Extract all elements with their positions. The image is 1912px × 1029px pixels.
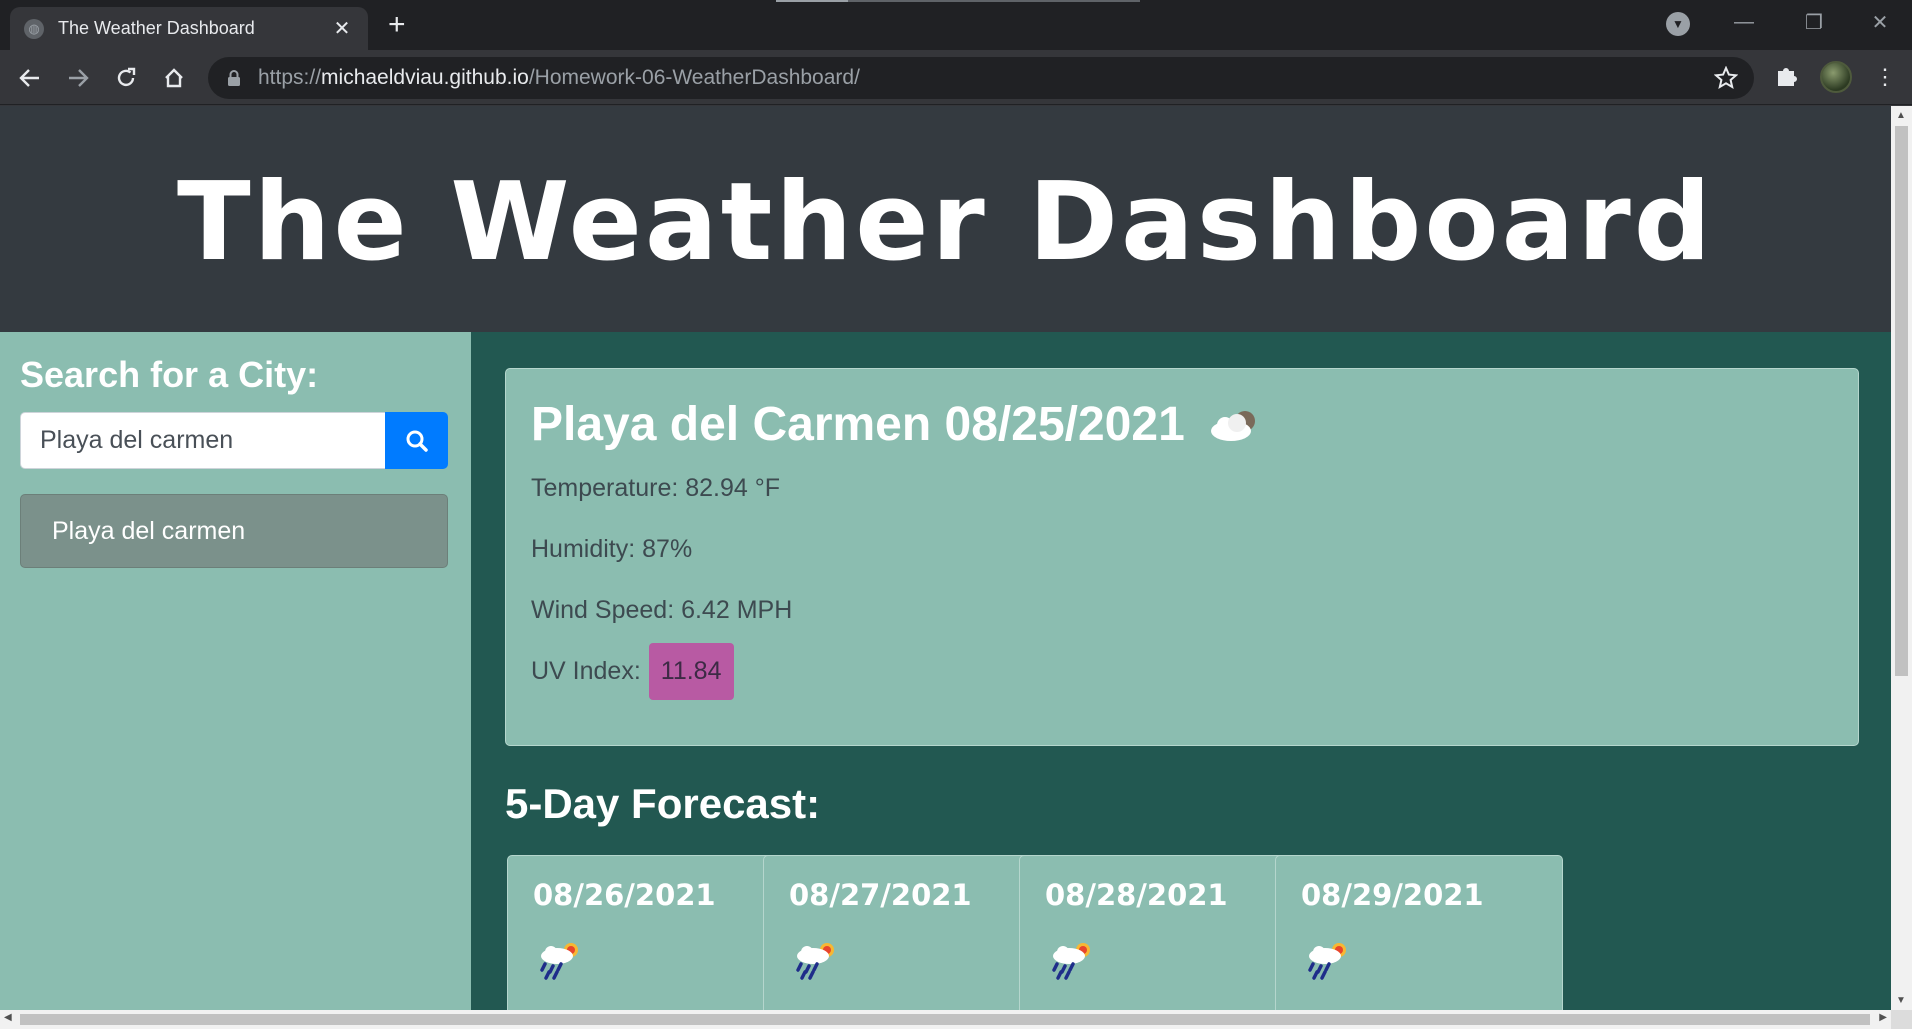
- close-window-button[interactable]: ✕: [1856, 4, 1904, 40]
- url-scheme: https://: [258, 66, 322, 89]
- temperature-stat: Temperature: 82.94 °F: [531, 474, 781, 502]
- horizontal-scroll-thumb[interactable]: [20, 1014, 1870, 1025]
- search-form: [20, 412, 448, 469]
- partly-cloudy-icon: [1210, 410, 1255, 441]
- scroll-left-arrow-icon[interactable]: ◀: [4, 1012, 12, 1023]
- tab-scroll-indicator: [776, 0, 1140, 2]
- current-weather-card: Playa del Carmen 08/25/2021 Temperature:…: [505, 368, 1859, 746]
- rain-sun-icon: [533, 936, 769, 985]
- page-header: The Weather Dashboard: [0, 106, 1891, 332]
- rain-sun-icon: [789, 936, 1025, 985]
- humidity-stat: Humidity: 87%: [531, 535, 693, 563]
- home-button[interactable]: [156, 60, 192, 96]
- lock-icon[interactable]: [226, 69, 242, 87]
- arrow-right-icon: [69, 69, 89, 87]
- url-text: https://michaeldviau.github.io/Homework-…: [258, 66, 860, 90]
- forecast-date: 08/26/2021: [533, 878, 716, 912]
- globe-icon: ◍: [24, 18, 44, 39]
- page-viewport: The Weather Dashboard Search for a City:…: [0, 106, 1891, 1010]
- weather-main: Playa del Carmen 08/25/2021 Temperature:…: [471, 332, 1891, 1010]
- home-icon: [165, 68, 183, 88]
- vertical-scrollbar[interactable]: ▲ ▼: [1891, 106, 1912, 1010]
- forecast-date: 08/27/2021: [789, 878, 972, 912]
- rain-sun-icon: [1301, 936, 1537, 985]
- browser-tab-strip: ◍ The Weather Dashboard ✕ + ▼ — ❐ ✕: [0, 0, 1912, 50]
- city-search-input[interactable]: [20, 412, 385, 469]
- forecast-card: 08/27/2021: [763, 855, 1051, 1010]
- scroll-right-arrow-icon[interactable]: ▶: [1879, 1012, 1887, 1023]
- scroll-down-arrow-icon[interactable]: ▼: [1896, 995, 1906, 1006]
- search-sidebar: Search for a City: Playa del carmen: [0, 332, 471, 1010]
- search-button[interactable]: [385, 412, 448, 469]
- scroll-up-arrow-icon[interactable]: ▲: [1896, 110, 1906, 121]
- search-heading: Search for a City:: [20, 354, 319, 395]
- forecast-card: 08/29/2021: [1275, 855, 1563, 1010]
- forecast-card: 08/28/2021: [1019, 855, 1307, 1010]
- rain-sun-icon: [1045, 936, 1281, 985]
- forecast-card: 08/26/2021: [507, 855, 795, 1010]
- url-host: michaeldviau.github.io: [321, 66, 529, 89]
- browser-toolbar: https://michaeldviau.github.io/Homework-…: [0, 50, 1912, 105]
- uv-index-label: UV Index:: [531, 657, 641, 685]
- new-tab-button[interactable]: +: [388, 10, 406, 40]
- vertical-scroll-thumb[interactable]: [1895, 126, 1908, 676]
- wind-speed-stat: Wind Speed: 6.42 MPH: [531, 596, 793, 624]
- current-weather-title: Playa del Carmen 08/25/2021: [531, 397, 1833, 452]
- city-date-label: Playa del Carmen 08/25/2021: [531, 398, 1185, 451]
- bookmark-star-icon[interactable]: [1714, 66, 1738, 90]
- search-icon: [406, 430, 428, 452]
- address-bar[interactable]: https://michaeldviau.github.io/Homework-…: [208, 57, 1754, 99]
- browser-tab[interactable]: ◍ The Weather Dashboard ✕: [10, 7, 368, 50]
- forward-button[interactable]: [60, 60, 96, 96]
- uv-index-stat: UV Index: 11.84: [531, 643, 1833, 700]
- browser-menu-icon[interactable]: ⋮: [1874, 60, 1896, 94]
- close-tab-icon[interactable]: ✕: [330, 16, 354, 41]
- forecast-date: 08/28/2021: [1045, 878, 1228, 912]
- horizontal-scrollbar[interactable]: ◀ ▶: [0, 1010, 1891, 1029]
- uv-index-badge: 11.84: [648, 643, 734, 700]
- forecast-date: 08/29/2021: [1301, 878, 1484, 912]
- extensions-puzzle-icon[interactable]: [1774, 63, 1800, 89]
- reload-button[interactable]: [108, 60, 144, 96]
- scrollbar-corner: [1891, 1010, 1912, 1029]
- tab-search-icon[interactable]: ▼: [1666, 12, 1690, 36]
- reload-icon: [117, 67, 136, 87]
- forecast-heading: 5-Day Forecast:: [505, 780, 821, 827]
- tab-title: The Weather Dashboard: [58, 18, 255, 38]
- url-path: /Homework-06-WeatherDashboard/: [528, 66, 860, 89]
- back-button[interactable]: [12, 60, 48, 96]
- page-title: The Weather Dashboard: [176, 159, 1715, 285]
- minimize-button[interactable]: —: [1720, 4, 1768, 40]
- restore-button[interactable]: ❐: [1790, 4, 1838, 40]
- profile-avatar[interactable]: [1820, 61, 1852, 93]
- search-history-item[interactable]: Playa del carmen: [20, 494, 448, 568]
- arrow-left-icon: [19, 69, 39, 87]
